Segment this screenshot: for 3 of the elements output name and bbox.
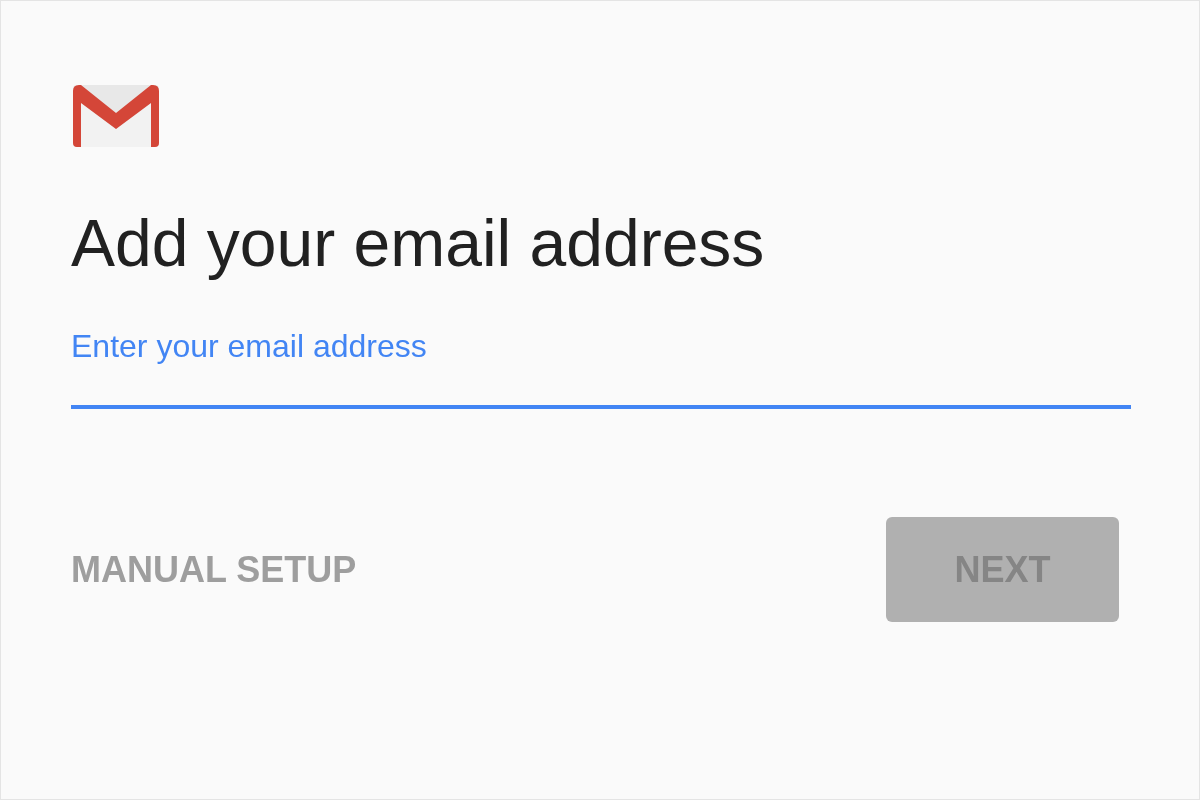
manual-setup-button[interactable]: MANUAL SETUP (71, 548, 357, 591)
email-field[interactable]: Enter your email address (71, 327, 1131, 409)
page-title: Add your email address (71, 205, 765, 282)
